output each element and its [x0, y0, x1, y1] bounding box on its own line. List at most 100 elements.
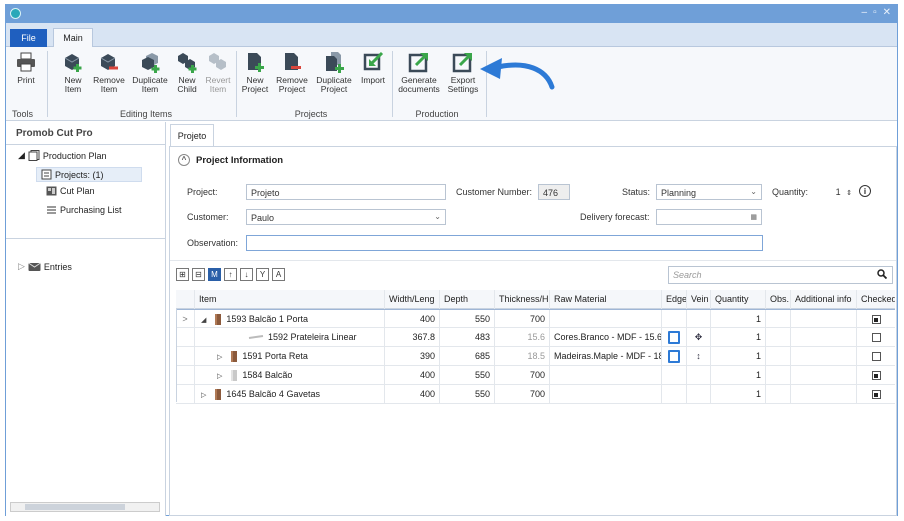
remove-project-icon: [281, 51, 303, 73]
tab-projeto[interactable]: Projeto: [170, 124, 214, 146]
pointer-arrow-icon: [480, 58, 555, 90]
collapse-icon[interactable]: ◢: [201, 317, 206, 324]
module-view-button[interactable]: M: [208, 268, 221, 281]
tree-item-purchasing-list[interactable]: Purchasing List: [46, 205, 122, 215]
new-item-button[interactable]: New Item: [58, 51, 88, 94]
group-label-editing-items: Editing Items: [119, 109, 173, 119]
search-icon[interactable]: [877, 269, 887, 279]
group-label-tools: Tools: [12, 109, 34, 119]
new-child-button[interactable]: New Child: [174, 51, 200, 94]
status-dropdown[interactable]: Planning ⌄: [656, 184, 762, 200]
sort-button[interactable]: A: [272, 268, 285, 281]
column-header-width[interactable]: Width/Leng: [385, 290, 440, 309]
print-button[interactable]: Print: [12, 51, 40, 85]
checked-checkbox[interactable]: [871, 333, 881, 343]
thickness-value: 700: [529, 370, 545, 380]
generate-documents-button[interactable]: Generate documents: [396, 51, 442, 94]
checked-checkbox[interactable]: [871, 390, 881, 400]
info-icon[interactable]: i: [859, 185, 871, 197]
generate-documents-icon: [408, 51, 430, 73]
table-row[interactable]: 1592 Prateleira Linear 367.8 483 15.6 Cores.…: [176, 328, 895, 347]
duplicate-project-button[interactable]: Duplicate Project: [313, 51, 355, 94]
quantity-stepper[interactable]: 1 ⇕: [808, 184, 856, 200]
duplicate-item-button[interactable]: Duplicate Item: [130, 51, 170, 94]
column-header-raw-material[interactable]: Raw Material: [550, 290, 662, 309]
expand-all-button[interactable]: ⊞: [176, 268, 189, 281]
table-row[interactable]: > ◢ 1593 Balcão 1 Porta 400 550 700 1: [176, 309, 895, 329]
column-header-checked[interactable]: Checked: [857, 290, 895, 309]
vein-direction-icon[interactable]: ✥: [695, 332, 703, 342]
project-field[interactable]: Projeto: [246, 184, 446, 200]
column-header-additional-info[interactable]: Additional info: [791, 290, 857, 309]
remove-project-button[interactable]: Remove Project: [274, 51, 310, 94]
stepper-arrows-icon[interactable]: ⇕: [846, 190, 852, 197]
observation-field[interactable]: [246, 235, 763, 251]
import-button[interactable]: Import: [358, 51, 388, 85]
minimize-button[interactable]: –: [862, 7, 868, 18]
new-project-button[interactable]: New Project: [240, 51, 270, 94]
column-header-quantity[interactable]: Quantity: [711, 290, 766, 309]
table-row[interactable]: ▷ 1584 Balcão 400 550 700 1: [176, 366, 895, 385]
column-header-obs[interactable]: Obs.: [766, 290, 791, 309]
column-header-depth[interactable]: Depth: [440, 290, 495, 309]
cabinet-icon: [215, 314, 222, 326]
expand-icon[interactable]: ▷: [18, 261, 25, 272]
item-name: 1645 Balcão 4 Gavetas: [226, 389, 320, 399]
customer-number-label: Customer Number:: [456, 187, 533, 197]
expand-icon[interactable]: ▷: [217, 373, 222, 380]
move-up-button[interactable]: ↑: [224, 268, 237, 281]
depth-value: 483: [474, 332, 490, 342]
collapse-icon[interactable]: ◢: [18, 150, 25, 161]
project-information-header[interactable]: ^ Project Information: [178, 154, 283, 166]
collapse-section-icon[interactable]: ^: [178, 154, 190, 166]
thickness-value: 700: [529, 389, 545, 399]
group-label-production: Production: [415, 109, 459, 119]
checked-checkbox[interactable]: [871, 371, 881, 381]
project-label: Project:: [187, 187, 218, 197]
table-row[interactable]: ▷ 1645 Balcão 4 Gavetas 400 550 700 1: [176, 385, 895, 404]
thickness-value: 15.6: [527, 332, 545, 342]
customer-number-field: 476: [538, 184, 570, 200]
sidebar-horizontal-scrollbar[interactable]: [10, 502, 160, 512]
table-row[interactable]: ▷ 1591 Porta Reta 390 685 18.5 Madeiras.Maple…: [176, 347, 895, 366]
column-header-item[interactable]: Item: [195, 290, 385, 309]
depth-value: 550: [474, 389, 490, 399]
checked-checkbox[interactable]: [871, 352, 881, 362]
column-header-thickness[interactable]: Thickness/H: [495, 290, 550, 309]
calendar-icon[interactable]: ▦: [750, 213, 757, 221]
scrollbar-thumb[interactable]: [25, 504, 125, 510]
item-name: 1584 Balcão: [242, 370, 293, 380]
edge-banding-icon[interactable]: [668, 331, 680, 345]
revert-item-button[interactable]: Revert Item: [204, 51, 232, 94]
tab-main[interactable]: Main: [53, 28, 93, 48]
column-header-edge[interactable]: Edge: [662, 290, 687, 309]
filter-button[interactable]: Y: [256, 268, 269, 281]
expand-icon[interactable]: ▷: [217, 354, 222, 361]
raw-material-value: Madeiras.Maple - MDF - 18: [554, 351, 662, 361]
printer-icon: [15, 51, 37, 73]
search-input[interactable]: Search: [668, 266, 893, 284]
vein-direction-icon[interactable]: ↕: [696, 351, 701, 361]
edge-banding-icon[interactable]: [668, 350, 680, 364]
expand-icon[interactable]: ▷: [201, 392, 206, 399]
tree-item-projects[interactable]: Projects: (1): [36, 167, 142, 182]
checked-checkbox[interactable]: [871, 315, 881, 325]
tab-file[interactable]: File: [10, 29, 47, 47]
customer-field[interactable]: Paulo ⌄: [246, 209, 446, 225]
new-project-icon: [244, 51, 266, 73]
quantity-label: Quantity:: [772, 187, 809, 197]
item-name: 1591 Porta Reta: [242, 351, 308, 361]
depth-value: 550: [474, 314, 490, 324]
maximize-button[interactable]: ▫: [873, 7, 877, 18]
delivery-forecast-field[interactable]: ▦: [656, 209, 762, 225]
move-down-button[interactable]: ↓: [240, 268, 253, 281]
tree-item-entries[interactable]: ▷ Entries: [18, 261, 72, 272]
collapse-all-button[interactable]: ⊟: [192, 268, 205, 281]
quantity-value: 1: [755, 332, 761, 342]
tree-item-production-plan[interactable]: ◢ Production Plan: [18, 150, 106, 161]
close-button[interactable]: ✕: [883, 7, 891, 18]
tree-item-cut-plan[interactable]: Cut Plan: [46, 186, 95, 196]
remove-item-button[interactable]: Remove Item: [92, 51, 126, 94]
ribbon: Print New Item Remove Item Duplicate Ite…: [6, 47, 897, 121]
column-header-vein[interactable]: Vein: [687, 290, 711, 309]
